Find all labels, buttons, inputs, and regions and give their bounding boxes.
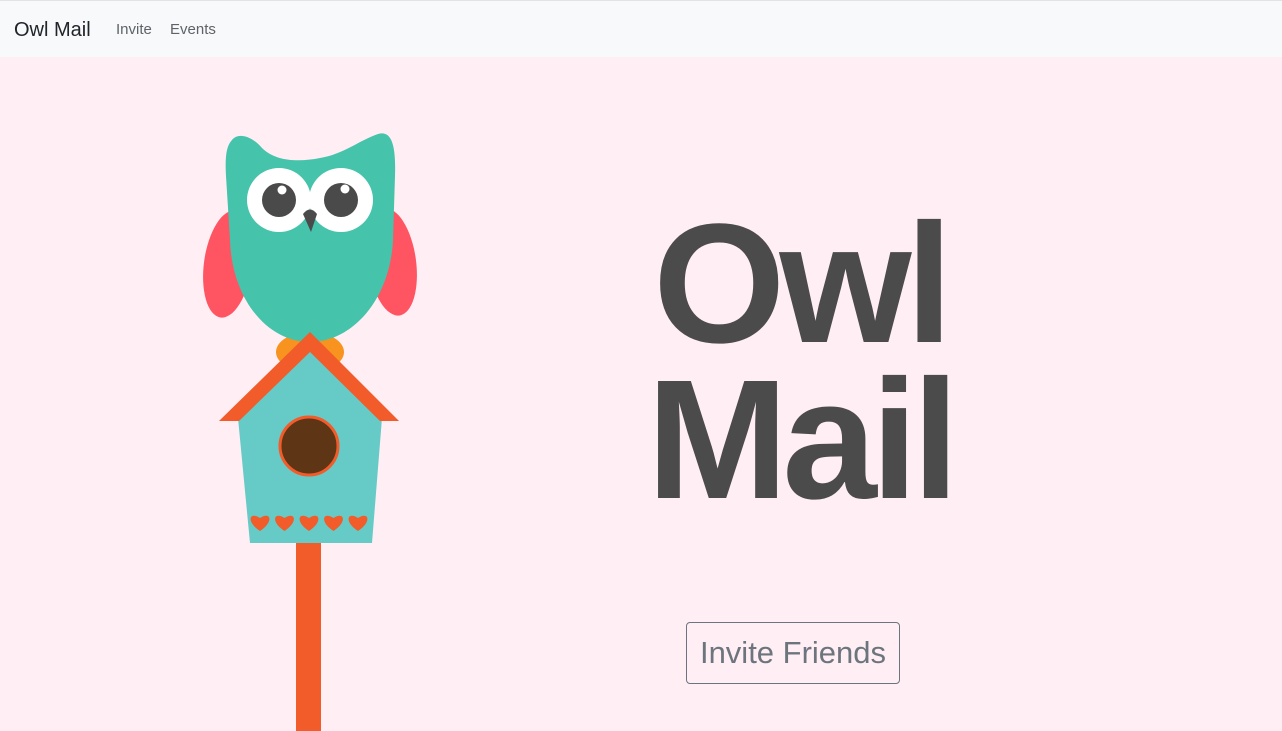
navbar: Owl Mail Invite Events	[0, 0, 1282, 57]
invite-friends-button[interactable]: Invite Friends	[686, 622, 900, 684]
hero-title-line-2: Mail	[646, 345, 960, 535]
owl-left-eye-glint	[277, 185, 287, 195]
nav-link-invite[interactable]: Invite	[116, 21, 152, 39]
navbar-brand[interactable]: Owl Mail	[14, 18, 91, 42]
owl-right-eye-glint	[340, 184, 350, 194]
birdhouse-hole	[278, 415, 340, 477]
owl-birdhouse-illustration	[203, 133, 417, 731]
owl-body	[225, 133, 396, 342]
hero-title-line-1: Owl	[653, 189, 953, 379]
hero-title: Owl Mail	[620, 189, 980, 535]
page: Owl Mail Invite Events Owl Mail Invite F…	[0, 0, 1282, 731]
birdhouse-pole	[296, 540, 321, 731]
nav-link-events[interactable]: Events	[170, 21, 216, 39]
